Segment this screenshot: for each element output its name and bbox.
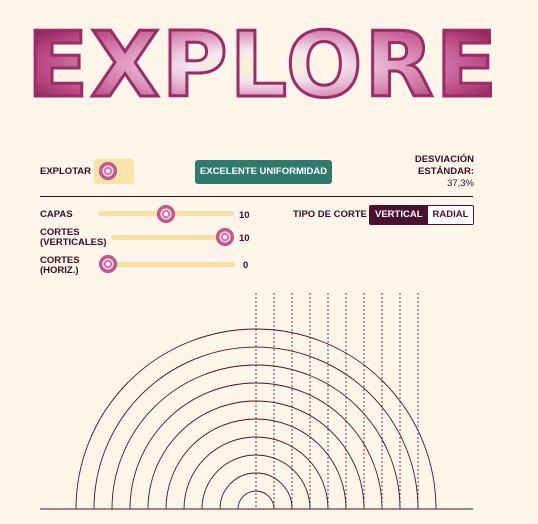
vertical-cuts-label-line2: (VERTICALES): [40, 237, 107, 248]
explore-hero-title: EXPLORE: [28, 12, 498, 113]
uniformity-badge: EXCELENTE UNIFORMIDAD: [195, 160, 332, 184]
layers-slider-knob[interactable]: [158, 206, 174, 222]
hero-title-text: EXPLORE: [28, 13, 498, 112]
explode-toggle[interactable]: [94, 159, 134, 184]
horiz-cuts-label: CORTES (HORIZ.): [40, 256, 80, 276]
cut-type-selector[interactable]: VERTICAL RADIAL: [369, 205, 475, 225]
deviation-label-line2: ESTÁNDAR:: [418, 166, 474, 177]
cut-type-vertical-option[interactable]: VERTICAL: [370, 206, 428, 224]
deviation-value: 37,3%: [447, 178, 474, 189]
horiz-cuts-slider-knob[interactable]: [100, 256, 116, 272]
layers-label: CAPAS: [40, 209, 73, 220]
horiz-cuts-value: 0: [243, 260, 249, 271]
cut-type-radial-option[interactable]: RADIAL: [427, 206, 474, 224]
explode-toggle-knob[interactable]: [100, 163, 116, 179]
onion-cut-diagram: [40, 293, 473, 510]
onion-layer-arc: [93, 346, 419, 510]
vertical-cuts-slider-track[interactable]: [111, 235, 233, 240]
cut-type-label: TIPO DE CORTE: [293, 209, 367, 220]
explode-label: EXPLOTAR: [40, 166, 92, 177]
std-deviation: DESVIACIÓN ESTÁNDAR: 37,3%: [415, 154, 474, 190]
onion-layer-arc: [165, 418, 347, 510]
vertical-cuts-label: CORTES (VERTICALES): [40, 228, 107, 248]
vertical-cuts-slider-knob[interactable]: [217, 229, 233, 245]
vertical-cuts-value: 10: [239, 233, 250, 244]
deviation-label-line1: DESVIACIÓN: [414, 154, 474, 165]
layers-value: 10: [239, 210, 250, 221]
divider: [40, 196, 473, 197]
horiz-cuts-slider-track[interactable]: [100, 262, 235, 267]
horiz-cuts-label-line2: (HORIZ.): [40, 265, 79, 276]
